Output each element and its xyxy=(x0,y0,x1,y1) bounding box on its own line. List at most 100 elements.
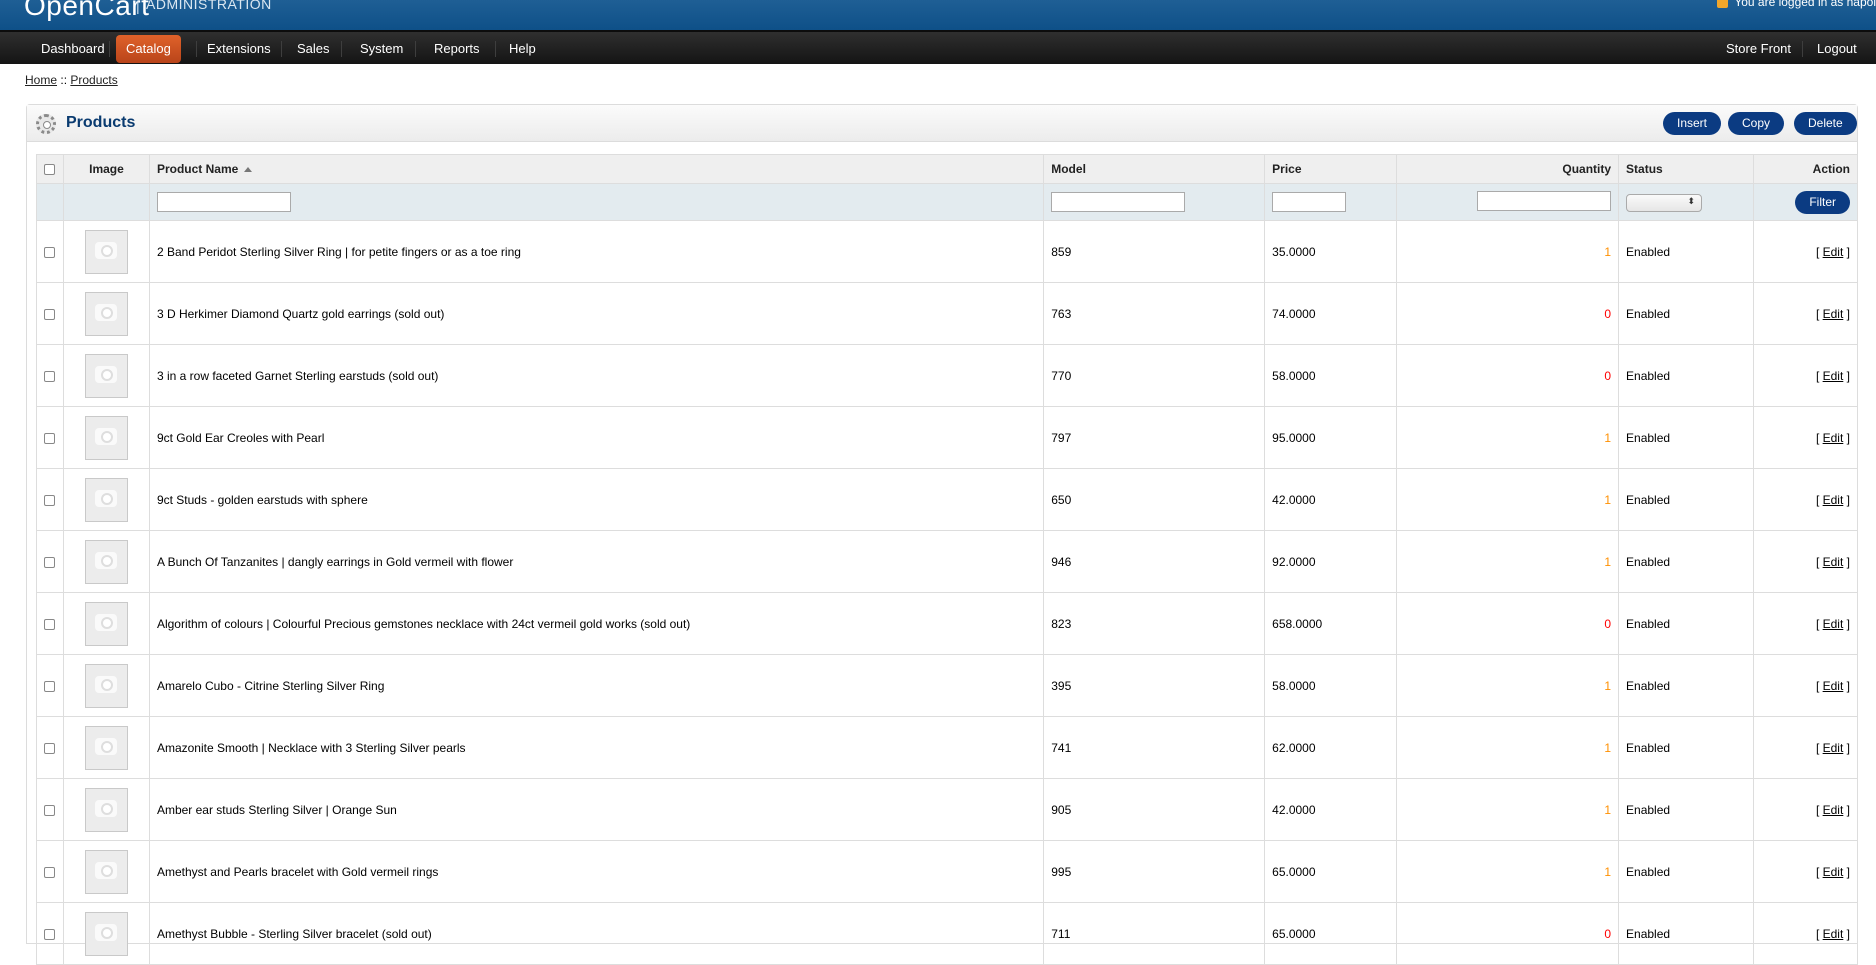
product-quantity: 1 xyxy=(1396,840,1620,903)
nav-store-front[interactable]: Store Front xyxy=(1716,35,1801,63)
edit-bracket-open: [ xyxy=(1815,430,1820,445)
edit-link[interactable]: Edit xyxy=(1823,927,1844,941)
filter-name-input[interactable] xyxy=(156,192,291,212)
column-header-name-label[interactable]: Product Name xyxy=(157,162,238,176)
copy-button[interactable]: Copy xyxy=(1728,112,1785,135)
nav-reports[interactable]: Reports xyxy=(424,35,490,63)
filter-button[interactable]: Filter xyxy=(1795,190,1850,214)
select-all-cell xyxy=(36,154,64,184)
row-checkbox[interactable] xyxy=(44,308,56,320)
product-quantity: 0 xyxy=(1396,592,1620,655)
edit-bracket-open: [ xyxy=(1815,926,1820,941)
column-header-quantity[interactable]: Quantity xyxy=(1396,154,1620,184)
product-name: Algorithm of colours | Colourful Preciou… xyxy=(149,592,1045,655)
edit-link[interactable]: Edit xyxy=(1823,307,1844,321)
product-action: [ Edit ] xyxy=(1753,654,1859,717)
row-checkbox[interactable] xyxy=(44,618,56,630)
row-select-cell xyxy=(36,220,64,283)
filter-model-input[interactable] xyxy=(1051,192,1186,212)
filter-status-select[interactable] xyxy=(1626,194,1703,212)
edit-link[interactable]: Edit xyxy=(1823,741,1844,755)
edit-link[interactable]: Edit xyxy=(1823,493,1844,507)
product-name: 3 D Herkimer Diamond Quartz gold earring… xyxy=(149,282,1045,345)
table-row: Amber ear studs Sterling Silver | Orange… xyxy=(36,778,1859,841)
edit-bracket-open: [ xyxy=(1815,740,1820,755)
row-checkbox[interactable] xyxy=(44,494,56,506)
edit-link[interactable]: Edit xyxy=(1823,369,1844,383)
insert-button[interactable]: Insert xyxy=(1663,112,1722,135)
row-checkbox[interactable] xyxy=(44,370,56,382)
nav-extensions[interactable]: Extensions xyxy=(197,35,281,63)
row-checkbox[interactable] xyxy=(44,432,56,444)
product-action: [ Edit ] xyxy=(1753,530,1859,593)
product-price: 65.0000 xyxy=(1264,902,1398,965)
edit-link[interactable]: Edit xyxy=(1823,431,1844,445)
row-checkbox[interactable] xyxy=(44,742,56,754)
column-header-price[interactable]: Price xyxy=(1264,154,1398,184)
row-select-cell xyxy=(36,530,64,593)
sort-asc-icon xyxy=(244,167,253,173)
product-model: 770 xyxy=(1043,344,1266,407)
edit-bracket-close: ] xyxy=(1846,492,1850,507)
nav-logout[interactable]: Logout xyxy=(1807,35,1867,63)
product-model: 995 xyxy=(1043,840,1266,903)
table-header-row: Image Product Name Model Price Quantity … xyxy=(36,154,1859,184)
breadcrumb-home-link[interactable]: Home xyxy=(25,73,57,87)
product-model: 859 xyxy=(1043,220,1266,283)
product-image-cell xyxy=(63,468,150,531)
edit-link[interactable]: Edit xyxy=(1823,245,1844,259)
product-thumbnail xyxy=(84,849,128,894)
edit-link[interactable]: Edit xyxy=(1823,803,1844,817)
table-row: 9ct Gold Ear Creoles with Pearl 797 95.000… xyxy=(36,406,1859,469)
edit-link[interactable]: Edit xyxy=(1823,617,1844,631)
product-quantity: 1 xyxy=(1396,778,1620,841)
row-checkbox[interactable] xyxy=(44,928,56,940)
product-status: Enabled xyxy=(1618,778,1754,841)
product-price: 35.0000 xyxy=(1264,220,1398,283)
edit-bracket-close: ] xyxy=(1846,430,1850,445)
product-status: Enabled xyxy=(1618,654,1754,717)
row-checkbox[interactable] xyxy=(44,866,56,878)
nav-divider xyxy=(415,41,416,57)
edit-link[interactable]: Edit xyxy=(1823,555,1844,569)
row-select-cell xyxy=(36,902,64,965)
nav-dashboard[interactable]: Dashboard xyxy=(31,35,115,63)
edit-link[interactable]: Edit xyxy=(1823,679,1844,693)
nav-system[interactable]: System xyxy=(350,35,413,63)
select-all-checkbox[interactable] xyxy=(44,164,56,176)
product-price: 62.0000 xyxy=(1264,716,1398,779)
breadcrumb-products-link[interactable]: Products xyxy=(70,73,117,87)
nav-sales[interactable]: Sales xyxy=(287,35,340,63)
product-image-cell xyxy=(63,592,150,655)
row-checkbox[interactable] xyxy=(44,246,56,258)
nav-help[interactable]: Help xyxy=(499,35,546,63)
product-name: A Bunch Of Tanzanites | dangly earrings … xyxy=(149,530,1045,593)
logo: OpenCart xyxy=(24,0,150,21)
product-status: Enabled xyxy=(1618,902,1754,965)
product-price: 74.0000 xyxy=(1264,282,1398,345)
row-select-cell xyxy=(36,406,64,469)
edit-bracket-open: [ xyxy=(1815,678,1820,693)
row-checkbox[interactable] xyxy=(44,804,56,816)
product-action: [ Edit ] xyxy=(1753,220,1859,283)
product-image-cell xyxy=(63,282,150,345)
column-header-model[interactable]: Model xyxy=(1043,154,1266,184)
product-image-cell xyxy=(63,716,150,779)
product-action: [ Edit ] xyxy=(1753,406,1859,469)
product-image-cell xyxy=(63,778,150,841)
table-row: 9ct Studs - golden earstuds with sphere 6… xyxy=(36,468,1859,531)
product-status: Enabled xyxy=(1618,592,1754,655)
column-header-name[interactable]: Product Name xyxy=(149,154,1045,184)
edit-link[interactable]: Edit xyxy=(1823,865,1844,879)
nav-catalog[interactable]: Catalog xyxy=(116,35,181,63)
filter-quantity-input[interactable] xyxy=(1477,190,1612,211)
edit-bracket-close: ] xyxy=(1846,616,1850,631)
product-model: 711 xyxy=(1043,902,1266,965)
delete-button[interactable]: Delete xyxy=(1794,112,1857,135)
row-checkbox[interactable] xyxy=(44,556,56,568)
row-checkbox[interactable] xyxy=(44,680,56,692)
column-header-status[interactable]: Status xyxy=(1618,154,1754,184)
product-action: [ Edit ] xyxy=(1753,592,1859,655)
product-model: 905 xyxy=(1043,778,1266,841)
filter-price-input[interactable] xyxy=(1272,192,1347,212)
